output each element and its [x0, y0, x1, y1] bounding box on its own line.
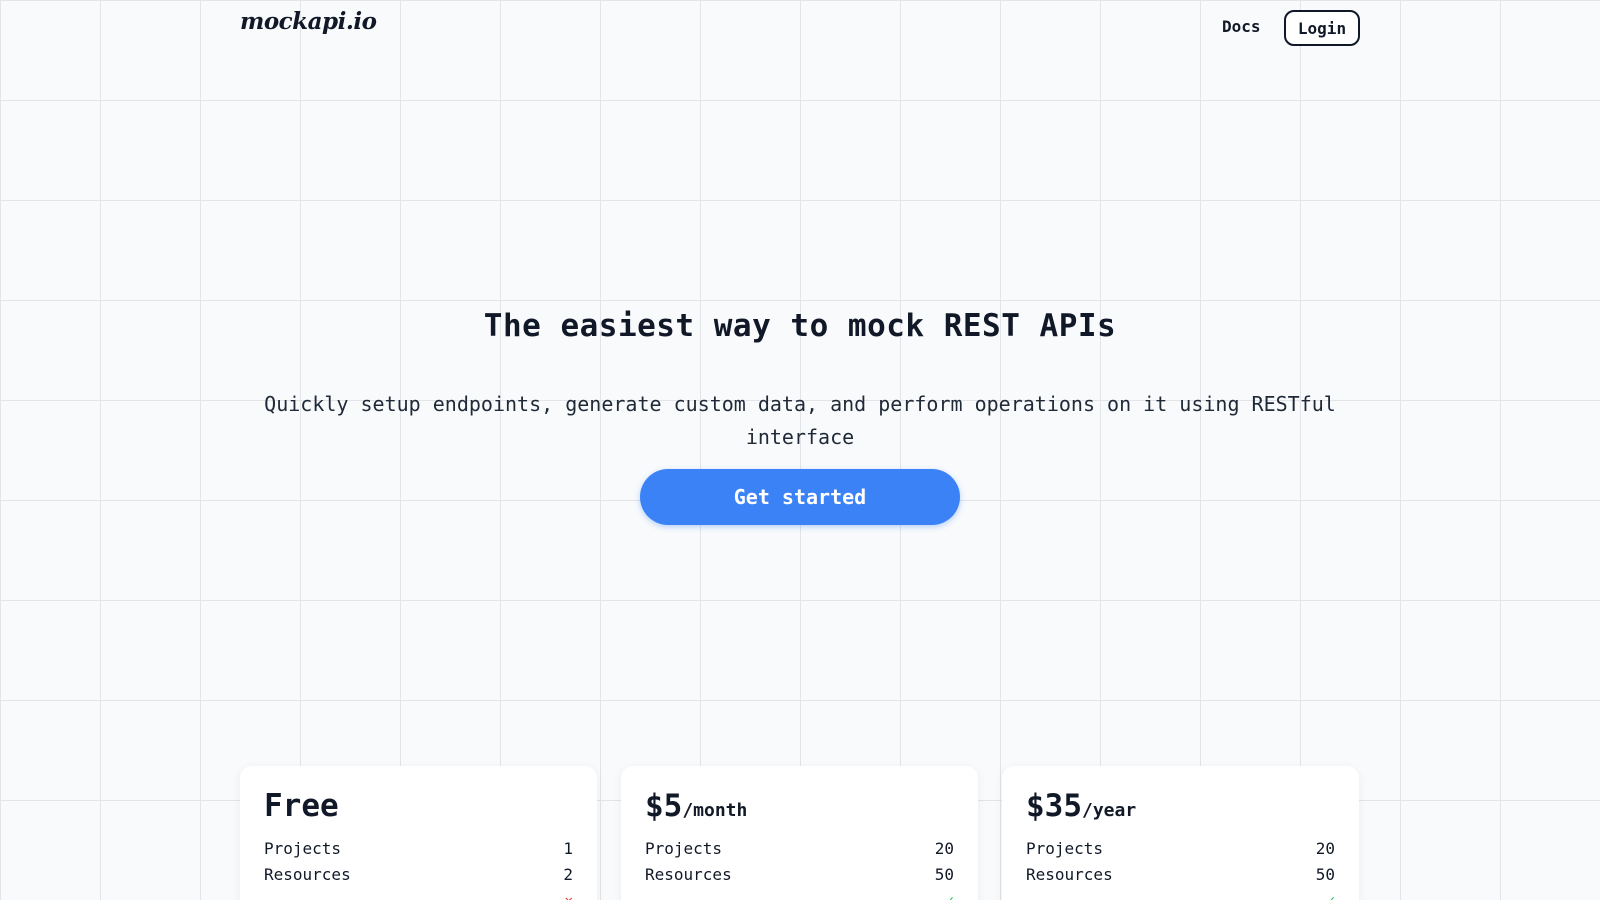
hero-subtitle: Quickly setup endpoints, generate custom… — [264, 392, 1336, 449]
pricing-card-monthly: $5 /month Projects 20 Resources 50 ✓ — [621, 766, 978, 900]
feature-label: Resources — [1026, 865, 1113, 884]
pricing-card-free: Free Projects 1 Resources 2 ✕ — [240, 766, 597, 900]
plan-feature-row: Resources 50 — [1026, 862, 1335, 888]
plan-price-amount: $35 — [1026, 788, 1082, 824]
plan-feature-row: Projects 1 — [264, 836, 573, 862]
plan-price: Free — [264, 788, 573, 828]
plan-price: $5 /month — [645, 788, 954, 828]
feature-value: 50 — [934, 865, 954, 884]
plan-feature-row: Projects 20 — [1026, 836, 1335, 862]
docs-link[interactable]: Docs — [1222, 17, 1261, 36]
feature-label: Resources — [645, 865, 732, 884]
feature-label: Resources — [264, 865, 351, 884]
logo[interactable]: mockapi.io — [240, 8, 377, 35]
feature-label: Projects — [645, 839, 723, 858]
feature-value: 50 — [1315, 865, 1335, 884]
login-button[interactable]: Login — [1284, 10, 1360, 46]
plan-feature-row: ✕ — [264, 888, 573, 900]
feature-label: Projects — [1026, 839, 1104, 858]
feature-label: Projects — [264, 839, 342, 858]
plan-price: $35 /year — [1026, 788, 1335, 828]
feature-value: 20 — [1315, 839, 1335, 858]
feature-value: 1 — [563, 839, 573, 858]
plan-feature-row: ✓ — [1026, 888, 1335, 900]
top-navbar: mockapi.io Docs Login — [0, 0, 1600, 56]
feature-value: 2 — [563, 865, 573, 884]
plan-feature-row: Resources 2 — [264, 862, 573, 888]
plan-price-amount: Free — [264, 788, 339, 824]
plan-feature-row: Resources 50 — [645, 862, 954, 888]
get-started-button[interactable]: Get started — [640, 469, 960, 525]
plan-feature-row: Projects 20 — [645, 836, 954, 862]
hero-title: The easiest way to mock REST APIs — [483, 308, 1117, 344]
x-icon: ✕ — [565, 888, 573, 900]
plan-feature-row: ✓ — [645, 888, 954, 900]
plan-price-period: /month — [682, 800, 748, 821]
check-icon: ✓ — [1327, 888, 1335, 900]
check-icon: ✓ — [946, 888, 954, 900]
feature-value: 20 — [934, 839, 954, 858]
plan-price-period: /year — [1082, 800, 1137, 821]
plan-price-amount: $5 — [645, 788, 683, 824]
pricing-card-yearly: $35 /year Projects 20 Resources 50 ✓ — [1002, 766, 1359, 900]
